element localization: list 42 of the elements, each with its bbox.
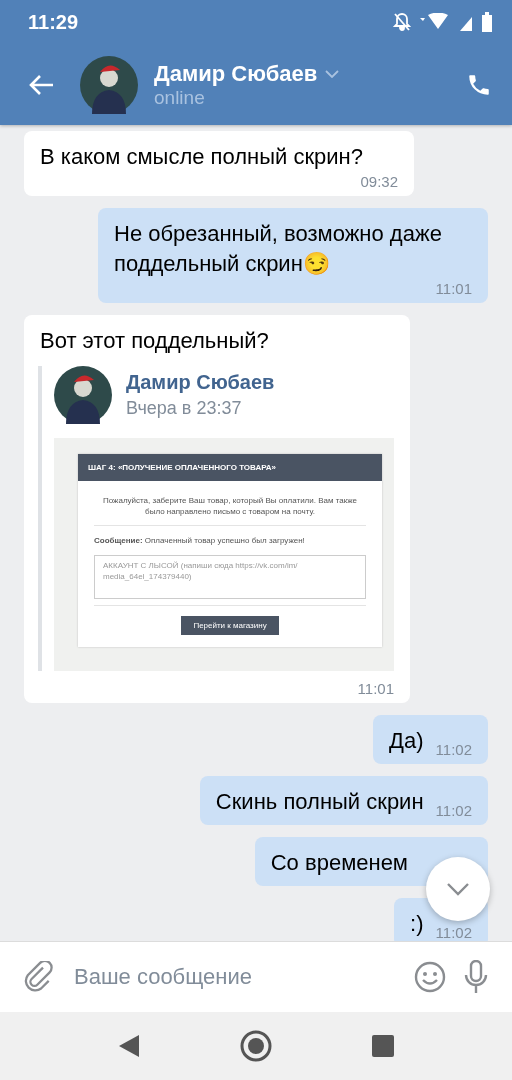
outgoing-message[interactable]: Не обрезанный, возможно даже поддельный скрин😏 11:01 bbox=[98, 208, 488, 303]
avatar bbox=[54, 366, 112, 424]
chevron-down-icon[interactable] bbox=[325, 69, 340, 78]
status-message: Сообщение: Оплаченный товар успешно был загружен! bbox=[94, 536, 306, 545]
message-text: Скинь полный скрин bbox=[215, 788, 424, 816]
message-time: 11:01 bbox=[357, 679, 394, 699]
message-text: Не обрезанный, возможно даже поддельный скрин😏 bbox=[114, 220, 443, 278]
chevron-down-icon bbox=[446, 882, 470, 896]
paperclip-icon[interactable] bbox=[24, 961, 54, 993]
microphone-icon[interactable] bbox=[464, 960, 488, 994]
back-nav-icon[interactable] bbox=[118, 1034, 140, 1058]
back-arrow-icon[interactable] bbox=[28, 73, 54, 96]
bell-off-icon bbox=[392, 12, 412, 32]
incoming-message[interactable]: В каком смысле полный скрин? 09:32 bbox=[24, 131, 414, 196]
repost-date: Вчера в 23:37 bbox=[126, 398, 243, 419]
message-text: Да) bbox=[389, 727, 424, 755]
contact-name[interactable]: Дамир Сюбаев bbox=[154, 60, 318, 87]
text-area: АККАУНТ С ЛЫСОЙ (напиши сюда https://vk.com/im/ media_64el_174379440) bbox=[94, 555, 366, 599]
wifi-icon bbox=[420, 13, 450, 31]
message-time: 11:02 bbox=[435, 740, 472, 760]
message-text: :) bbox=[410, 910, 424, 938]
go-to-shop-button: Перейти к магазину bbox=[181, 616, 279, 635]
repost-author[interactable]: Дамир Сюбаев bbox=[126, 371, 275, 394]
incoming-message[interactable] bbox=[24, 315, 410, 703]
message-text: Со временем bbox=[270, 849, 408, 877]
message-text: В каком смысле полный скрин? bbox=[40, 143, 363, 171]
step-heading: ШАГ 4: «ПОЛУЧЕНИЕ ОПЛАЧЕННОГО ТОВАРА» bbox=[78, 454, 382, 481]
battery-icon bbox=[482, 12, 492, 32]
attached-screenshot[interactable] bbox=[54, 438, 394, 671]
notice-text: Пожалуйста, заберите Ваш товар, который Вы оплатили. Вам также было направлено письмо с товаром на почту. bbox=[101, 495, 358, 517]
status-time: 11:29 bbox=[28, 10, 79, 34]
avatar[interactable] bbox=[80, 55, 138, 114]
message-time: 11:01 bbox=[435, 279, 472, 299]
home-nav-icon[interactable] bbox=[240, 1030, 272, 1062]
message-time: 11:02 bbox=[435, 801, 472, 821]
outgoing-message[interactable]: Скинь полный скрин 11:02 bbox=[199, 776, 488, 825]
outgoing-message[interactable]: Да) 11:02 bbox=[373, 715, 488, 764]
contact-status: online bbox=[154, 86, 206, 109]
smiley-icon[interactable] bbox=[414, 961, 446, 993]
message-time: 09:32 bbox=[360, 172, 398, 192]
message-text: Вот этот поддельный? bbox=[40, 327, 270, 355]
message-time: 11:02 bbox=[435, 923, 472, 941]
